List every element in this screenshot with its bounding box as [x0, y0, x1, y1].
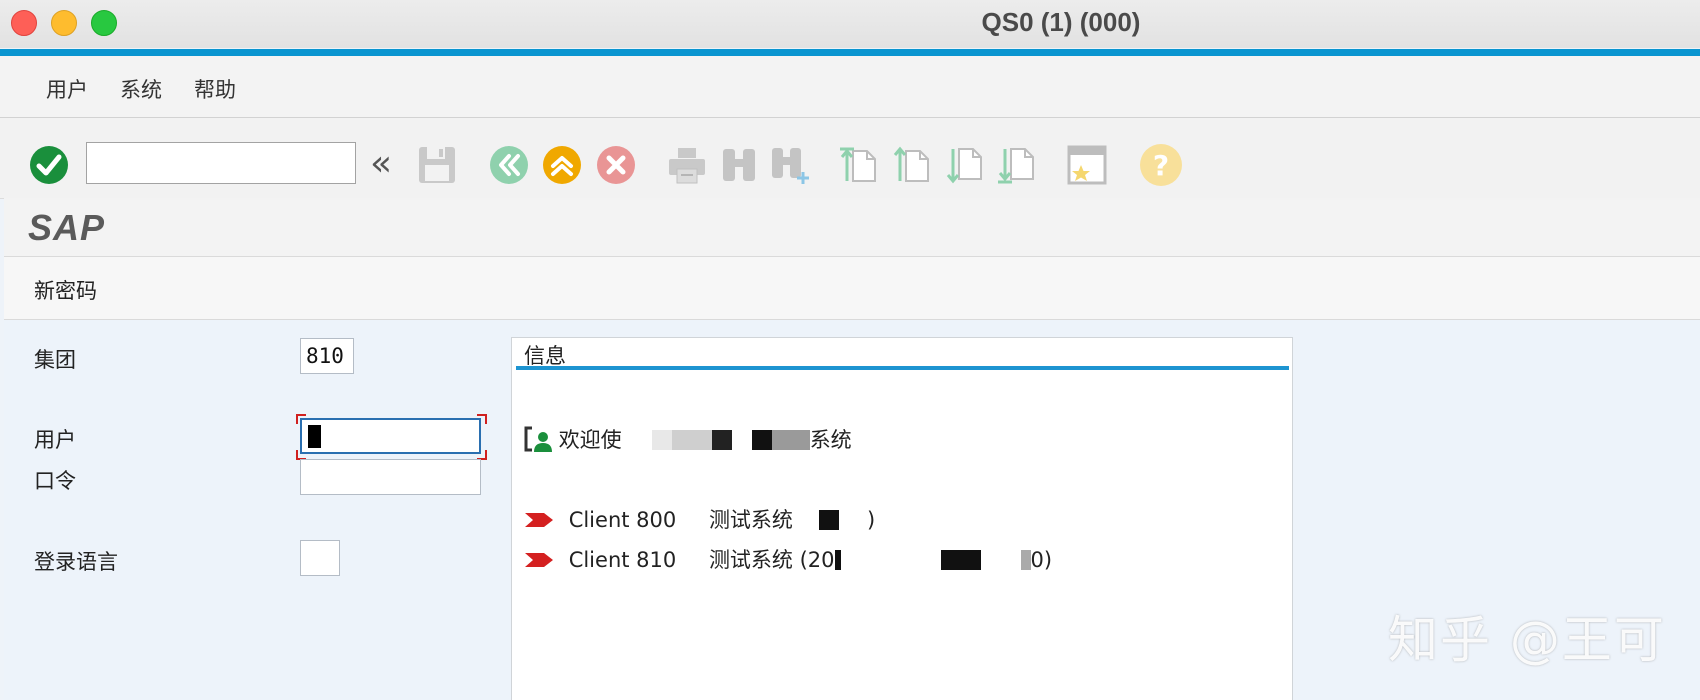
first-page-button[interactable] — [838, 144, 880, 186]
window-title: QS0 (1) (000) — [981, 7, 1141, 37]
welcome-line: 欢迎使 系统 — [524, 424, 852, 454]
redaction-block — [731, 430, 752, 450]
client-desc-prefix: 测试系统 — [708, 508, 793, 532]
focus-corner-tr — [477, 414, 487, 424]
find-next-button[interactable] — [770, 144, 812, 186]
password-label: 口令 — [34, 469, 76, 493]
welcome-suffix: 系统 — [809, 428, 852, 452]
client-field[interactable]: 810 — [300, 338, 354, 374]
redaction-block — [771, 430, 810, 450]
redaction-block — [838, 510, 867, 530]
title-bar: QS0 (1) (000) — [0, 0, 1700, 48]
new-window-button[interactable] — [1066, 144, 1108, 186]
command-field[interactable] — [86, 142, 356, 184]
redaction-block — [980, 550, 1021, 570]
client-desc-prefix: 测试系统 (20 — [708, 548, 835, 572]
user-label: 用户 — [34, 428, 76, 452]
menu-item-help[interactable]: 帮助 — [194, 74, 236, 104]
last-page-icon — [998, 148, 1034, 184]
check-icon — [30, 146, 68, 184]
redaction-block — [840, 550, 941, 570]
new-window-icon — [1067, 145, 1107, 185]
last-page-button[interactable] — [996, 144, 1038, 186]
list-item: Client 810 测试系统 (20 0) — [524, 544, 1052, 574]
sap-header: SAP — [4, 198, 1700, 257]
back-button[interactable] — [488, 144, 530, 186]
text-cursor — [308, 425, 321, 448]
redaction-block — [751, 430, 772, 450]
first-page-icon — [840, 147, 876, 182]
page-title: 新密码 — [34, 279, 97, 303]
redaction-block — [651, 430, 672, 450]
info-panel-underline — [516, 366, 1289, 370]
help-icon[interactable]: ? — [1140, 144, 1182, 186]
watermark: 知乎 @王可 — [1388, 611, 1666, 669]
find-button[interactable] — [718, 144, 760, 186]
screen-title-bar: 新密码 — [4, 257, 1700, 320]
redaction-block — [711, 430, 732, 450]
next-page-icon — [946, 148, 982, 184]
client-desc-suffix: ) — [866, 508, 876, 532]
focus-corner-tl — [296, 414, 306, 424]
print-icon — [669, 148, 705, 184]
cancel-button[interactable] — [595, 144, 637, 186]
redaction-block — [940, 550, 981, 570]
language-label: 登录语言 — [34, 550, 118, 574]
user-icon — [524, 426, 552, 452]
redaction-block — [1020, 550, 1031, 570]
cancel-icon — [597, 146, 635, 184]
client-id: Client 800 — [568, 508, 677, 532]
info-panel: 信息 欢迎使 系统 Client 800 测试系统) Client 810 测试系… — [511, 337, 1293, 700]
accent-stripe — [0, 49, 1700, 56]
client-desc-suffix: 0) — [1030, 548, 1053, 572]
previous-page-button[interactable] — [891, 144, 933, 186]
exit-button[interactable] — [541, 144, 583, 186]
enter-button[interactable] — [28, 144, 70, 186]
find-next-icon — [772, 148, 809, 184]
back-icon — [490, 146, 528, 184]
menu-item-system[interactable]: 系统 — [120, 74, 162, 104]
menu-item-user[interactable]: 用户 — [46, 74, 88, 104]
arrow-icon — [525, 553, 553, 567]
save-icon — [419, 147, 455, 183]
save-button[interactable] — [416, 144, 458, 186]
client-label: 集团 — [34, 348, 76, 372]
client-id: Client 810 — [568, 548, 677, 572]
redaction-block — [818, 510, 839, 530]
user-field[interactable] — [300, 418, 481, 454]
arrow-icon — [525, 513, 553, 527]
redaction-block — [621, 430, 652, 450]
language-field[interactable] — [300, 540, 340, 576]
sap-logo: SAP — [28, 207, 106, 248]
toolbar: « ? — [0, 118, 1700, 199]
find-icon — [723, 149, 755, 181]
welcome-prefix: 欢迎使 — [558, 428, 622, 452]
redaction-block — [792, 510, 819, 530]
next-page-button[interactable] — [944, 144, 986, 186]
previous-page-icon — [893, 146, 929, 182]
expand-icon[interactable]: « — [364, 142, 398, 184]
print-button[interactable] — [666, 144, 708, 186]
menu-bar: 用户 系统 帮助 — [0, 56, 1700, 118]
redaction-block — [671, 430, 712, 450]
exit-icon — [543, 146, 581, 184]
password-field[interactable] — [300, 459, 481, 495]
list-item: Client 800 测试系统) — [524, 504, 875, 534]
